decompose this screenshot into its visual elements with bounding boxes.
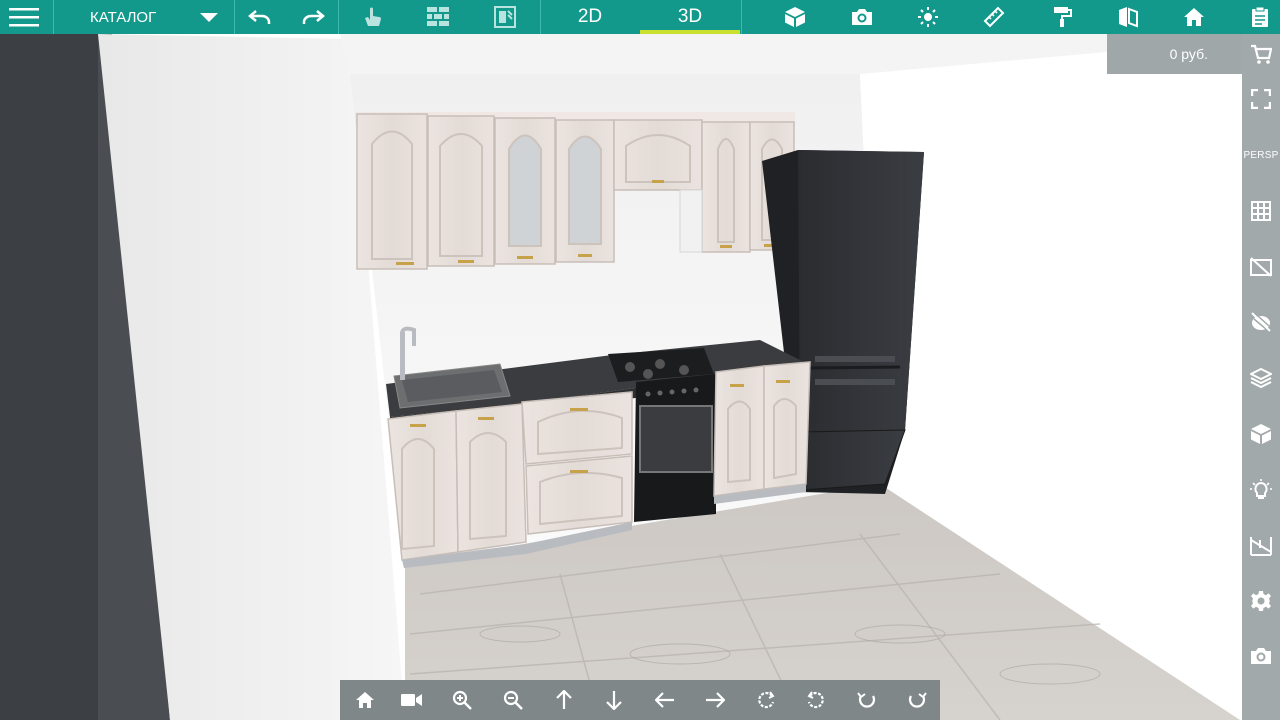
persp-label: PERSP [1243,149,1279,161]
settings-icon[interactable] [1242,581,1280,621]
light-bulb-icon[interactable] [1242,470,1280,510]
menu-icon[interactable] [0,0,48,34]
hide-walls-icon[interactable] [1242,247,1280,287]
cart-icon[interactable] [1242,34,1280,74]
paint-roller-icon[interactable] [1042,0,1082,34]
arrow-left-icon[interactable] [640,680,690,720]
home-view-icon[interactable] [340,680,390,720]
room-icon[interactable] [1108,0,1148,34]
kitchen-render [0,34,1242,720]
dimensions-icon[interactable] [1242,526,1280,566]
zoom-in-icon[interactable] [437,680,487,720]
texture-icon[interactable] [1242,302,1280,342]
fullscreen-icon[interactable] [1242,79,1280,119]
brick-wall-icon[interactable] [418,0,458,34]
price-display: 0 руб. [1107,34,1242,74]
hand-icon[interactable] [352,0,392,34]
undo-icon[interactable] [240,0,280,34]
arrow-down-icon[interactable] [589,680,639,720]
ruler-icon[interactable] [974,0,1014,34]
arrow-up-icon[interactable] [539,680,589,720]
layers-icon[interactable] [1242,358,1280,398]
rotate-left-icon[interactable] [741,680,791,720]
sun-icon[interactable] [908,0,948,34]
door-icon[interactable] [485,0,525,34]
tab-3d[interactable]: 3D [640,0,740,34]
screenshot-camera-icon[interactable] [1242,636,1280,676]
camera-navigation-bar [340,680,940,720]
top-toolbar: КАТАЛОГ 2D 3D [0,0,1280,34]
perspective-toggle[interactable]: PERSP [1242,135,1280,175]
3d-viewport[interactable] [0,34,1242,720]
tab-2d-label: 2D [577,6,603,27]
right-toolbar: PERSP [1242,34,1280,720]
redo-icon[interactable] [293,0,333,34]
cube-icon[interactable] [775,0,815,34]
chevron-down-icon [200,13,218,22]
clipboard-icon[interactable] [1240,0,1280,34]
video-camera-icon[interactable] [387,680,437,720]
arrow-right-icon[interactable] [690,680,740,720]
grid-icon[interactable] [1242,191,1280,231]
catalog-dropdown[interactable]: КАТАЛОГ [58,0,230,34]
tilt-up-icon[interactable] [842,680,892,720]
camera-icon[interactable] [842,0,882,34]
zoom-out-icon[interactable] [488,680,538,720]
home-icon[interactable] [1174,0,1214,34]
box-icon[interactable] [1242,414,1280,454]
catalog-label: КАТАЛОГ [90,8,157,26]
tab-3d-label: 3D [677,6,703,27]
tab-2d[interactable]: 2D [540,0,640,34]
rotate-right-icon[interactable] [791,680,841,720]
tilt-down-icon[interactable] [892,680,942,720]
price-label: 0 руб. [1169,46,1208,62]
